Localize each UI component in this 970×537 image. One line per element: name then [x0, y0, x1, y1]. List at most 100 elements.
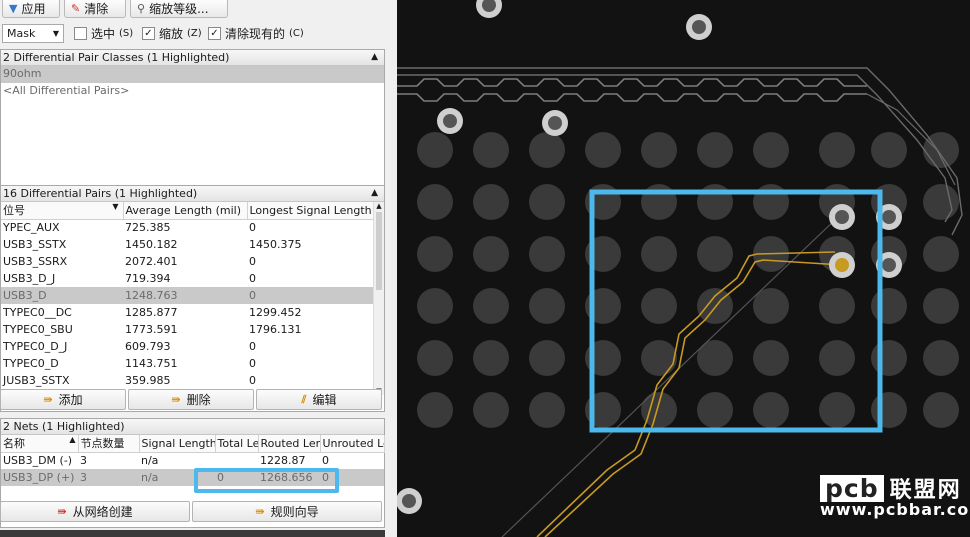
pad [871, 132, 907, 168]
pad [923, 184, 959, 220]
table-cell: USB3_D_J [3, 272, 56, 285]
length-highlight-box [194, 468, 339, 493]
pad [871, 288, 907, 324]
pad [641, 288, 677, 324]
table-cell: 359.985 [125, 374, 171, 387]
rule-wizard-button[interactable]: ⇛ 规则向导 [192, 501, 382, 522]
table-cell: 719.394 [125, 272, 171, 285]
via-hole [835, 258, 849, 272]
trace-gray [397, 78, 867, 87]
table-cell: 1773.591 [125, 323, 178, 336]
table-row[interactable]: USB3_DM (-) 3 n/a 1228.87 0 [1, 452, 384, 469]
column-header-average-length[interactable]: Average Length (mil) [123, 202, 248, 220]
pcb-panel: ▼ 应用 ✎ 清除 ⚲ 缩放等级... Mask ▼ 选中 (S) ✓ 缩放 (… [0, 0, 397, 537]
clear-existing-checkbox-box[interactable]: ✓ [208, 27, 221, 40]
column-header-total-length[interactable]: Total Length [215, 435, 259, 453]
pcb-layout[interactable] [397, 0, 970, 537]
pad [417, 132, 453, 168]
table-row[interactable]: USB3_D_J 719.394 0 [1, 270, 373, 287]
table-cell [215, 452, 258, 469]
class-item[interactable]: <All Differential Pairs> [1, 83, 384, 100]
zoom-checkbox-box[interactable]: ✓ [142, 27, 155, 40]
wizard-icon: ⇛ [255, 505, 265, 518]
table-row[interactable]: TYPEC0__DC 1285.877 1299.452 [1, 304, 373, 321]
pad [697, 236, 733, 272]
pad [697, 392, 733, 428]
column-header-designator[interactable]: 位号 ▼ [1, 202, 124, 220]
via-hole [835, 210, 849, 224]
scrollbar-thumb[interactable] [376, 212, 382, 290]
class-item[interactable]: 90ohm [1, 66, 384, 83]
pad [819, 288, 855, 324]
column-header-unrouted-length[interactable]: Unrouted Length [320, 435, 385, 453]
pairs-scrollbar[interactable]: ▲ ▼ [373, 202, 384, 395]
table-cell: 1299.452 [249, 306, 302, 319]
table-cell: 609.793 [125, 340, 171, 353]
table-cell: 1450.182 [125, 238, 178, 251]
table-row[interactable]: JUSB3_SSTX 359.985 0 [1, 372, 373, 389]
pad [871, 340, 907, 376]
pad [473, 132, 509, 168]
column-header-longest-length[interactable]: Longest Signal Length (mil) [247, 202, 374, 220]
table-row[interactable]: USB3_SSRX 2072.401 0 [1, 253, 373, 270]
column-header-routed-length[interactable]: Routed Length [258, 435, 321, 453]
column-header-name[interactable]: 名称 ▲ [1, 435, 79, 453]
table-cell: TYPEC0_D [3, 357, 59, 370]
delete-button[interactable]: ⇛ 删除 [128, 389, 254, 410]
column-header-signal-length[interactable]: Signal Length [139, 435, 216, 453]
select-checkbox-box[interactable] [74, 27, 87, 40]
table-cell: 0 [249, 221, 256, 235]
table-cell: 3 [80, 471, 87, 484]
table-cell: TYPEC0__DC [3, 306, 72, 319]
pad [529, 340, 565, 376]
table-row[interactable]: YPEC_AUX 725.385 0 [1, 219, 373, 236]
mask-select[interactable]: Mask ▼ [2, 24, 64, 43]
column-header-node-count[interactable]: 节点数量 [78, 435, 140, 453]
table-row[interactable]: TYPEC0_D 1143.751 0 [1, 355, 373, 372]
apply-button[interactable]: ▼ 应用 [2, 0, 60, 18]
create-icon: ⇛ [57, 505, 67, 518]
table-cell: 725.385 [125, 221, 171, 235]
zoom-checkbox[interactable]: ✓ 缩放 (Z) [142, 25, 202, 42]
collapse-icon[interactable]: ▲ [371, 186, 378, 201]
pad [529, 184, 565, 220]
watermark-brand: pcb [820, 474, 884, 502]
via-hole [548, 116, 562, 130]
pad [871, 392, 907, 428]
pad [753, 132, 789, 168]
table-row[interactable]: TYPEC0_D_J 609.793 0 [1, 338, 373, 355]
pad [819, 392, 855, 428]
pad [923, 340, 959, 376]
pairs-panel: 16 Differential Pairs (1 Highlighted) ▲ … [0, 185, 385, 412]
table-row[interactable]: USB3_SSTX 1450.182 1450.375 [1, 236, 373, 253]
delete-icon: ⇛ [171, 393, 181, 406]
pad [417, 288, 453, 324]
magnifier-icon: ⚲ [137, 2, 146, 15]
clear-existing-checkbox[interactable]: ✓ 清除现有的 (C) [208, 25, 304, 42]
create-from-nets-button[interactable]: ⇛ 从网络创建 [0, 501, 190, 522]
table-cell: TYPEC0_SBU [3, 323, 73, 336]
trace-gray [397, 93, 867, 102]
table-cell: TYPEC0_D_J [3, 340, 68, 353]
collapse-icon[interactable]: ▲ [371, 50, 378, 65]
pad [753, 392, 789, 428]
zoom-level-button[interactable]: ⚲ 缩放等级... [130, 0, 228, 18]
table-cell: 1796.131 [249, 323, 302, 336]
table-cell: 2072.401 [125, 255, 178, 268]
table-cell: n/a [141, 454, 159, 468]
table-cell: USB3_DM (-) [3, 454, 73, 468]
add-button[interactable]: ⇛ 添加 [0, 389, 126, 410]
table-row[interactable]: TYPEC0_SBU 1773.591 1796.131 [1, 321, 373, 338]
pairs-table: 位号 ▼ Average Length (mil) Longest Signal … [1, 202, 374, 389]
clear-button[interactable]: ✎ 清除 [64, 0, 126, 18]
pad [585, 132, 621, 168]
pad [641, 236, 677, 272]
pcb-canvas[interactable]: pcb 联盟网 www.pcbbar.com [397, 0, 970, 537]
select-checkbox[interactable]: 选中 (S) [74, 25, 133, 42]
table-row[interactable]: USB3_D 1248.763 0 [1, 287, 373, 304]
clear-icon: ✎ [71, 2, 81, 15]
edit-button[interactable]: ⫽ 编辑 [256, 389, 382, 410]
table-header: 位号 ▼ Average Length (mil) Longest Signal … [1, 202, 374, 220]
nets-panel-title: 2 Nets (1 Highlighted) [1, 419, 384, 435]
table-cell: USB3_DP (+) [3, 471, 75, 484]
